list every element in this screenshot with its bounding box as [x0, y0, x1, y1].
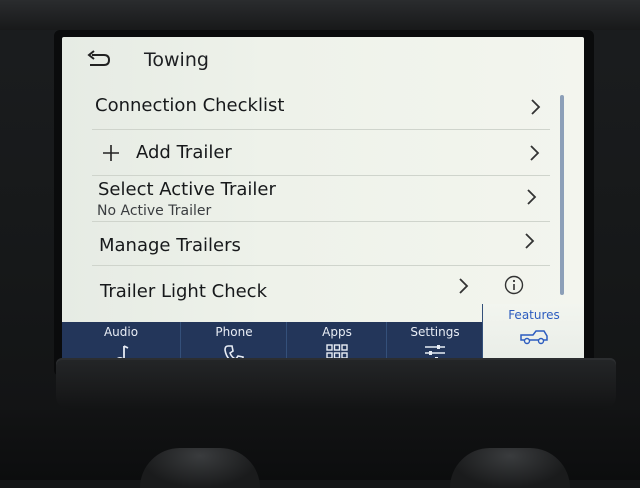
list-item-label: Trailer Light Check: [100, 281, 267, 302]
tab-label: Audio: [103, 325, 139, 339]
list-item-sublabel: No Active Trailer: [97, 203, 212, 219]
control-knob[interactable]: [140, 448, 260, 488]
infotainment-screen: Towing Connection Checklist Add Trailer …: [62, 37, 584, 370]
tab-label: Phone: [215, 325, 253, 339]
scrollbar[interactable]: [560, 95, 564, 295]
chevron-right-icon: [531, 99, 541, 115]
chevron-right-icon: [459, 278, 469, 294]
chevron-right-icon: [525, 233, 535, 249]
truck-icon: [520, 330, 548, 345]
control-knob[interactable]: [450, 448, 570, 488]
dashboard-ledge: [56, 358, 616, 410]
chevron-right-icon: [527, 189, 537, 205]
list-item-select-active-trailer[interactable]: Select Active Trailer No Active Trailer: [92, 175, 550, 222]
chevron-right-icon: [530, 145, 540, 161]
list-item-label: Connection Checklist: [95, 95, 285, 116]
list-item-manage-trailers[interactable]: Manage Trailers: [92, 221, 550, 266]
page-header: Towing: [62, 37, 584, 85]
list-item-label: Select Active Trailer: [98, 179, 276, 200]
info-icon[interactable]: [504, 275, 524, 295]
plus-icon: [103, 145, 119, 161]
back-button[interactable]: [84, 49, 114, 73]
list-item-connection-checklist[interactable]: Connection Checklist: [92, 85, 550, 130]
page-title: Towing: [144, 49, 209, 71]
tab-label: Settings: [410, 325, 460, 339]
list-item-add-trailer[interactable]: Add Trailer: [92, 129, 550, 176]
list-item-label: Add Trailer: [136, 142, 232, 163]
tab-label: Features: [508, 308, 560, 322]
list-item-label: Manage Trailers: [99, 235, 241, 256]
tab-label: Apps: [322, 325, 352, 339]
dashboard-top: [0, 0, 640, 30]
back-arrow-icon: [87, 50, 111, 66]
